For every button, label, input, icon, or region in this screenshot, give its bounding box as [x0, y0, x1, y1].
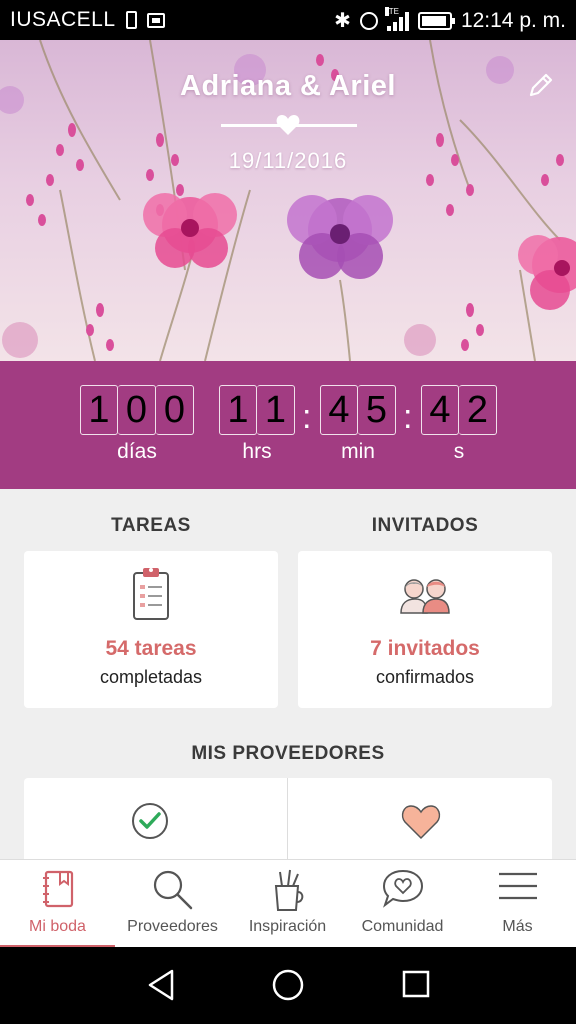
minutes-digit: 5 — [358, 385, 396, 435]
flower-right — [518, 235, 576, 310]
nav-label: Inspiración — [248, 918, 327, 935]
notebook-icon — [42, 870, 73, 908]
alarm-icon — [359, 11, 378, 30]
nav-label: Más — [502, 918, 533, 935]
guests-section-title: INVITADOS — [371, 515, 479, 536]
days-digit: 0 — [118, 385, 156, 435]
clock: 12:14 p. m. — [460, 8, 566, 32]
days-digit: 1 — [80, 385, 118, 435]
hours-label: hrs — [242, 440, 272, 463]
days-digit: 0 — [156, 385, 194, 435]
nav-label: Mi boda — [29, 918, 86, 935]
favorite-providers-button[interactable] — [288, 778, 552, 859]
nav-comunidad[interactable]: Comunidad — [345, 860, 460, 948]
flower-center — [287, 195, 393, 279]
providers-card — [24, 778, 552, 859]
recent-apps-icon[interactable] — [401, 967, 431, 1003]
hours-digits: 1 1 — [219, 385, 295, 435]
checkmark-circle-icon — [132, 803, 168, 839]
nav-mas[interactable]: Más — [460, 860, 575, 948]
nav-label: Proveedores — [127, 918, 218, 935]
minutes-digit: 4 — [320, 385, 358, 435]
guests-count: 7 invitados — [370, 637, 480, 660]
tasks-count: 54 tareas — [105, 637, 197, 660]
nav-inspiracion[interactable]: Inspiración — [230, 860, 345, 948]
tasks-subtitle: completadas — [99, 667, 203, 687]
heart-icon — [276, 115, 300, 135]
battery-icon — [417, 11, 455, 30]
seconds-digit: 2 — [459, 385, 497, 435]
time-separator: : — [403, 398, 413, 436]
dashboard-content: TAREAS INVITADOS 54 tareas completadas 7… — [0, 489, 576, 859]
providers-section-title: MIS PROVEEDORES — [191, 743, 385, 764]
seconds-digits: 4 2 — [421, 385, 497, 435]
status-bar: IUSACELL ✱ LTE 12:14 p. m. — [0, 0, 576, 40]
bluetooth-icon: ✱ — [334, 10, 351, 32]
system-navigation-bar — [0, 947, 576, 1024]
bottom-navigation: Mi boda Proveedores Inspiración Comunida… — [0, 859, 576, 948]
guests-subtitle: confirmados — [375, 667, 475, 687]
edit-pencil-icon[interactable] — [526, 70, 556, 100]
carrier-name: IUSACELL — [10, 8, 116, 31]
chat-heart-icon — [382, 869, 423, 908]
guests-card[interactable]: 7 invitados confirmados — [298, 551, 552, 708]
signal-icon: LTE — [384, 6, 409, 31]
nav-label: Comunidad — [361, 918, 444, 935]
seconds-digit: 4 — [421, 385, 459, 435]
home-icon[interactable] — [271, 967, 305, 1003]
nav-mi-boda[interactable]: Mi boda — [0, 860, 115, 948]
status-left: IUSACELL — [10, 8, 165, 32]
hours-digit: 1 — [219, 385, 257, 435]
minutes-digits: 4 5 — [320, 385, 396, 435]
status-right: ✱ LTE 12:14 p. m. — [334, 6, 566, 33]
couple-names: Adriana & Ariel — [180, 70, 396, 102]
days-label: días — [117, 440, 157, 463]
menu-icon — [498, 872, 537, 900]
wedding-date: 19/11/2016 — [228, 148, 348, 173]
back-icon[interactable] — [146, 967, 176, 1003]
wedding-header: Adriana & Ariel 19/11/2016 — [0, 40, 576, 361]
clipboard-checklist-icon — [133, 568, 169, 620]
seconds-label: s — [453, 440, 465, 463]
hired-providers-button[interactable] — [24, 778, 287, 859]
days-digits: 1 0 0 — [80, 385, 194, 435]
tasks-section-title: TAREAS — [111, 515, 191, 536]
minutes-label: min — [341, 440, 375, 463]
network-type: LTE — [384, 6, 400, 16]
tasks-card[interactable]: 54 tareas completadas — [24, 551, 278, 708]
guests-couple-icon — [400, 579, 450, 614]
phone-icon — [125, 11, 137, 29]
flower-left — [143, 193, 237, 268]
hours-digit: 1 — [257, 385, 295, 435]
heart-icon — [401, 805, 441, 840]
time-separator: : — [302, 398, 312, 436]
nav-proveedores[interactable]: Proveedores — [115, 860, 230, 948]
search-icon — [153, 870, 192, 910]
notification-icon — [146, 12, 165, 28]
cup-pencils-icon — [274, 869, 303, 911]
